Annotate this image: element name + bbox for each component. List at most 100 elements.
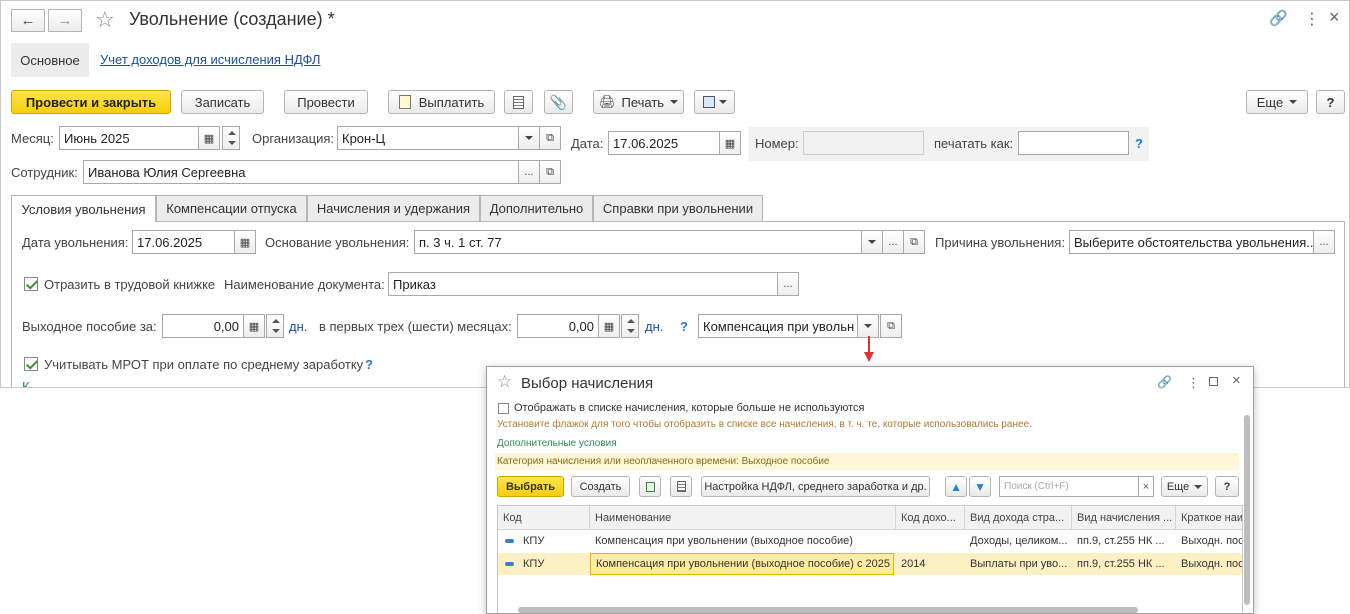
column-income-type[interactable]: Вид дохода стра...: [965, 506, 1072, 530]
first-months-days-input[interactable]: 0,00: [517, 314, 599, 338]
window-title: Увольнение (создание) *: [129, 9, 335, 29]
dismissal-date-calendar-button[interactable]: ▦: [234, 230, 256, 254]
month-input[interactable]: Июнь 2025: [59, 126, 199, 150]
date-input[interactable]: 17.06.2025: [608, 131, 720, 155]
report-button[interactable]: [670, 476, 692, 497]
copy-button[interactable]: [639, 476, 661, 497]
link-icon[interactable]: 🔗: [1269, 9, 1288, 27]
basis-select-button[interactable]: ...: [882, 230, 904, 254]
doc-name-input[interactable]: Приказ: [388, 272, 778, 296]
month-spinner[interactable]: [222, 126, 240, 150]
move-up-button[interactable]: ▲: [945, 476, 967, 497]
extra-conditions-label[interactable]: Дополнительные условия: [497, 438, 617, 449]
more-button[interactable]: Еще: [1161, 476, 1208, 497]
basis-open-button[interactable]: ⧉: [903, 230, 925, 254]
pay-button[interactable]: Выплатить: [388, 90, 495, 114]
column-code[interactable]: Код: [498, 506, 590, 530]
reason-select-button[interactable]: ...: [1313, 230, 1335, 254]
table-row-selected[interactable]: КПУ Компенсация при увольнении (выходное…: [498, 553, 1242, 575]
mrot-help-icon[interactable]: ?: [365, 357, 373, 372]
employee-input[interactable]: Иванова Юлия Сергеевна: [83, 160, 519, 184]
workbook-checkbox[interactable]: [24, 277, 38, 291]
organization-input[interactable]: Крон-Ц: [337, 126, 519, 150]
chevron-down-icon: [864, 324, 872, 328]
create-button[interactable]: Создать: [571, 476, 630, 497]
severance-accrual-input[interactable]: Компенсация при увольн: [698, 314, 858, 338]
first-months-label: в первых трех (шести) месяцах:: [319, 319, 512, 334]
employee-label: Сотрудник:: [11, 165, 78, 180]
clear-search-icon[interactable]: ×: [1138, 476, 1154, 497]
section-ndfl-link[interactable]: Учет доходов для исчисления НДФЛ: [100, 52, 320, 67]
dismissal-date-label: Дата увольнения:: [22, 235, 129, 250]
severance-calculator-button[interactable]: ▦: [243, 314, 265, 338]
vertical-scrollbar[interactable]: [1244, 415, 1250, 605]
post-and-close-button[interactable]: Провести и закрыть: [11, 90, 171, 114]
first-months-calculator-button[interactable]: ▦: [598, 314, 620, 338]
more-actions-icon[interactable]: ⋮: [1304, 9, 1320, 29]
column-short-name[interactable]: Краткое наи: [1176, 506, 1242, 530]
link-icon[interactable]: 🔗: [1157, 375, 1172, 389]
dismissal-date-input[interactable]: 17.06.2025: [132, 230, 235, 254]
severance-accrual-open-button[interactable]: ⧉: [880, 314, 902, 338]
post-button[interactable]: Провести: [284, 90, 368, 114]
tab-dismissal-conditions[interactable]: Условия увольнения: [11, 195, 156, 222]
cell-income-type: Выплаты при уво...: [970, 558, 1068, 570]
show-unused-checkbox[interactable]: [498, 403, 509, 414]
attach-button[interactable]: 📎: [544, 90, 573, 114]
column-income-code[interactable]: Код дохо...: [896, 506, 965, 530]
print-as-label: печатать как:: [934, 136, 1014, 151]
print-as-help-icon[interactable]: ?: [1135, 136, 1143, 151]
save-button[interactable]: Записать: [181, 90, 264, 114]
forward-button[interactable]: →: [48, 9, 82, 32]
more-actions-icon[interactable]: ⋮: [1187, 375, 1200, 391]
favorite-star-icon[interactable]: ☆: [95, 7, 115, 33]
report-button[interactable]: [504, 90, 533, 114]
print-button[interactable]: 🖨 Печать: [593, 90, 684, 114]
close-icon[interactable]: ×: [1329, 7, 1340, 28]
mrot-checkbox[interactable]: [24, 357, 38, 371]
severance-help-icon[interactable]: ?: [680, 319, 688, 334]
employee-select-button[interactable]: ...: [518, 160, 540, 184]
number-input[interactable]: [803, 131, 924, 155]
severance-spinner[interactable]: [266, 314, 284, 338]
tab-additional[interactable]: Дополнительно: [480, 195, 593, 221]
first-months-spinner[interactable]: [621, 314, 639, 338]
employee-open-button[interactable]: ⧉: [539, 160, 561, 184]
date-calendar-button[interactable]: ▦: [719, 131, 741, 155]
column-accrual-type[interactable]: Вид начисления ...: [1072, 506, 1176, 530]
tab-vacation-compensation[interactable]: Компенсации отпуска: [156, 195, 307, 221]
section-main[interactable]: Основное: [11, 43, 89, 77]
tab-certificates[interactable]: Справки при увольнении: [593, 195, 763, 221]
calculator-icon: ▦: [248, 320, 260, 333]
organization-dropdown[interactable]: [518, 126, 540, 150]
select-button[interactable]: Выбрать: [497, 476, 564, 497]
search-input[interactable]: Поиск (Ctrl+F): [999, 476, 1139, 497]
close-icon[interactable]: ×: [1232, 372, 1241, 389]
help-button[interactable]: ?: [1215, 476, 1239, 497]
organization-open-button[interactable]: ⧉: [539, 126, 561, 150]
chevron-down-icon: [525, 136, 533, 140]
table-row[interactable]: КПУ Компенсация при увольнении (выходное…: [498, 530, 1242, 552]
more-button[interactable]: Еще: [1246, 90, 1308, 114]
severance-accrual-dropdown[interactable]: [857, 314, 879, 338]
basis-input[interactable]: п. 3 ч. 1 ст. 77: [414, 230, 864, 254]
help-button[interactable]: ?: [1316, 90, 1345, 114]
print-as-input[interactable]: [1018, 131, 1129, 155]
reason-input[interactable]: Выберите обстоятельства увольнения...: [1069, 230, 1314, 254]
document-pay-icon: [398, 95, 411, 109]
create-based-on-button[interactable]: [694, 90, 735, 114]
doc-name-select-button[interactable]: ...: [777, 272, 799, 296]
severance-days-input[interactable]: 0,00: [162, 314, 244, 338]
back-button[interactable]: ←: [11, 9, 45, 32]
move-down-button[interactable]: ▼: [969, 476, 991, 497]
basis-dropdown[interactable]: [861, 230, 883, 254]
horizontal-scrollbar[interactable]: [518, 607, 1138, 613]
ndfl-settings-button[interactable]: Настройка НДФЛ, среднего заработка и др.: [701, 476, 930, 497]
tab-accruals-deductions[interactable]: Начисления и удержания: [307, 195, 480, 221]
column-name[interactable]: Наименование: [590, 506, 896, 530]
arrow-right-icon: →: [57, 12, 73, 29]
calendar-icon: ▦: [203, 132, 215, 145]
favorite-star-icon[interactable]: ☆: [497, 372, 512, 392]
calendar-button[interactable]: ▦: [198, 126, 220, 150]
maximize-icon[interactable]: [1209, 377, 1218, 386]
